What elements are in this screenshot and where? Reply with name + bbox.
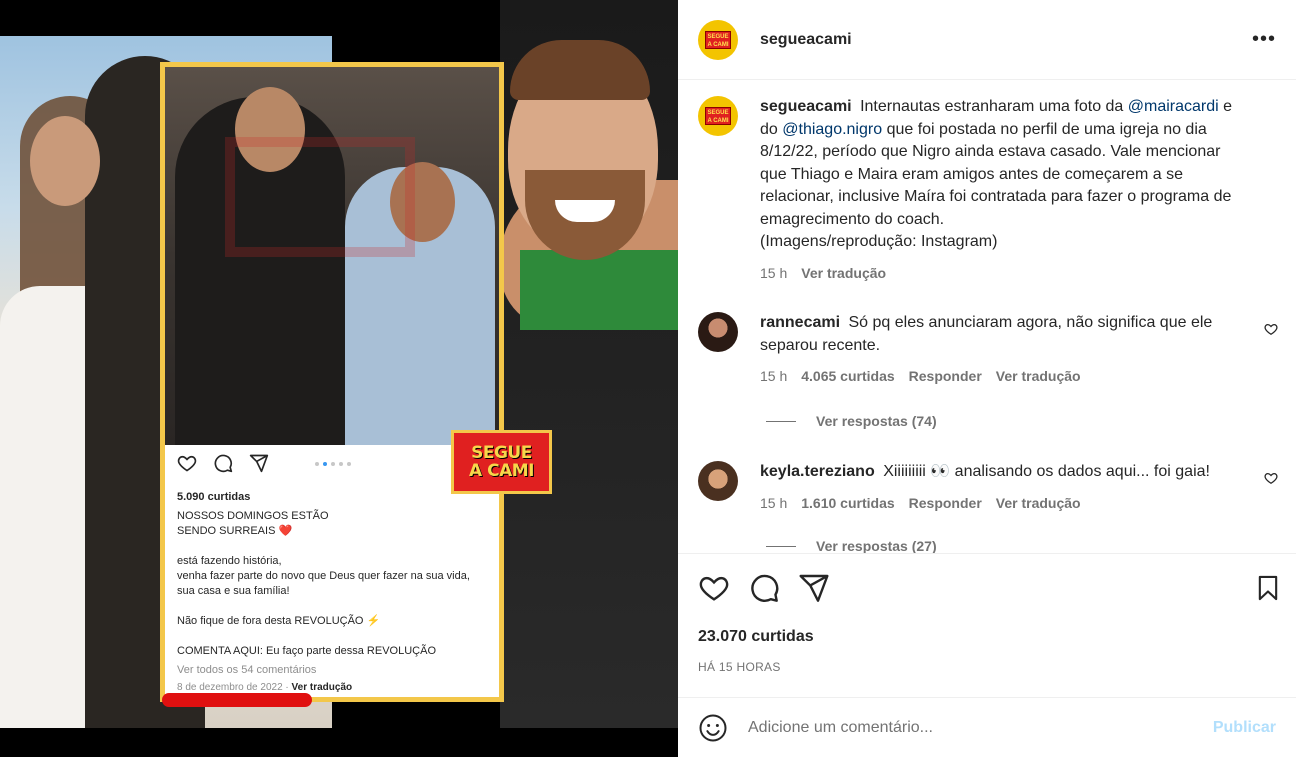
segue-a-cami-badge: SEGUE A CAMI bbox=[451, 430, 552, 494]
caption-translate-link[interactable]: Ver tradução bbox=[801, 262, 886, 285]
embedded-likes: 5.090 curtidas bbox=[177, 491, 251, 503]
comment-translate-link[interactable]: Ver tradução bbox=[996, 365, 1081, 388]
like-heart-icon[interactable] bbox=[698, 572, 730, 604]
mention-thiago[interactable]: @thiago.nigro bbox=[782, 121, 882, 138]
badge-line-1: SEGUE bbox=[471, 443, 532, 463]
comment-input[interactable] bbox=[748, 718, 1213, 737]
post-media[interactable]: 5.090 curtidas NOSSOS DOMINGOS ESTÃO SEN… bbox=[0, 0, 678, 757]
more-options-icon[interactable]: ••• bbox=[1252, 28, 1276, 51]
post-header: SEGUE A CAMI segueacami ••• bbox=[678, 0, 1296, 80]
embedded-translate: Ver tradução bbox=[291, 682, 353, 693]
embedded-instagram-post: 5.090 curtidas NOSSOS DOMINGOS ESTÃO SEN… bbox=[160, 62, 504, 702]
comment-likes[interactable]: 4.065 curtidas bbox=[801, 365, 894, 388]
caption-username[interactable]: segueacami bbox=[760, 98, 852, 115]
comment-item: rannecami Só pq eles anunciaram agora, n… bbox=[698, 312, 1278, 388]
segueacami-logo-icon: SEGUE A CAMI bbox=[705, 30, 731, 49]
comment-likes[interactable]: 1.610 curtidas bbox=[801, 492, 894, 515]
header-username[interactable]: segueacami bbox=[760, 31, 852, 49]
embedded-date: 8 de dezembro de 2022 · Ver tradução bbox=[177, 682, 353, 693]
church-photo bbox=[165, 67, 499, 445]
commenter-avatar[interactable] bbox=[698, 461, 738, 501]
publish-button[interactable]: Publicar bbox=[1213, 719, 1276, 737]
comment-icon[interactable] bbox=[748, 572, 780, 604]
red-underline bbox=[162, 693, 312, 707]
smiling-man-photo bbox=[500, 0, 678, 728]
badge-line-2: A CAMI bbox=[469, 461, 534, 481]
like-comment-heart-icon[interactable] bbox=[1264, 322, 1278, 336]
caption-time: 15 h bbox=[760, 264, 788, 281]
mention-maira[interactable]: @mairacardi bbox=[1128, 98, 1219, 115]
caption-text-4: (Imagens/reprodução: Instagram) bbox=[760, 233, 998, 250]
caption-text-1: Internautas estranharam uma foto da bbox=[860, 98, 1124, 115]
post-time-ago: HÁ 15 HORAS bbox=[698, 660, 781, 674]
comment-time: 15 h bbox=[760, 494, 788, 511]
segueacami-logo-icon: SEGUE A CAMI bbox=[705, 107, 731, 125]
comment-item: keyla.tereziano Xiiiiiiiii 👀 analisando … bbox=[698, 461, 1278, 514]
reply-button[interactable]: Responder bbox=[909, 365, 982, 388]
like-comment-heart-icon[interactable] bbox=[1264, 471, 1278, 485]
comment-icon bbox=[214, 454, 233, 473]
emoji-icon[interactable] bbox=[698, 713, 728, 743]
post-side-panel: SEGUE A CAMI segueacami ••• SEGUE A CAMI s… bbox=[678, 0, 1296, 757]
carousel-dots bbox=[315, 462, 351, 466]
embedded-caption: NOSSOS DOMINGOS ESTÃO SENDO SURREAIS ❤️ … bbox=[177, 510, 470, 657]
comment-time: 15 h bbox=[760, 368, 788, 384]
share-icon bbox=[249, 454, 269, 473]
caption-avatar[interactable]: SEGUE A CAMI bbox=[698, 96, 738, 136]
commenter-avatar[interactable] bbox=[698, 312, 738, 352]
add-comment-bar: Publicar bbox=[678, 697, 1296, 757]
post-caption: SEGUE A CAMI segueacami Internautas estra… bbox=[698, 96, 1278, 284]
share-icon[interactable] bbox=[798, 572, 830, 604]
view-replies-button[interactable]: Ver respostas (74) bbox=[766, 413, 937, 429]
embedded-date-text: 8 de dezembro de 2022 bbox=[177, 682, 283, 693]
reply-button[interactable]: Responder bbox=[909, 492, 982, 515]
embedded-post-actions bbox=[177, 453, 269, 473]
avatar[interactable]: SEGUE A CAMI bbox=[698, 19, 738, 60]
embedded-view-all: Ver todos os 54 comentários bbox=[177, 664, 317, 676]
view-replies-button[interactable]: Ver respostas (27) bbox=[766, 538, 937, 553]
comments-section[interactable]: SEGUE A CAMI segueacami Internautas estra… bbox=[678, 81, 1296, 554]
comment-translate-link[interactable]: Ver tradução bbox=[996, 492, 1081, 515]
comment-username[interactable]: keyla.tereziano bbox=[760, 463, 875, 480]
post-actions bbox=[698, 572, 1278, 612]
total-likes[interactable]: 23.070 curtidas bbox=[698, 628, 814, 646]
comment-text: Xiiiiiiiii 👀 analisando os dados aqui...… bbox=[883, 463, 1210, 480]
heart-icon bbox=[177, 455, 197, 472]
comment-username[interactable]: rannecami bbox=[760, 314, 840, 331]
bookmark-icon[interactable] bbox=[1254, 572, 1282, 604]
